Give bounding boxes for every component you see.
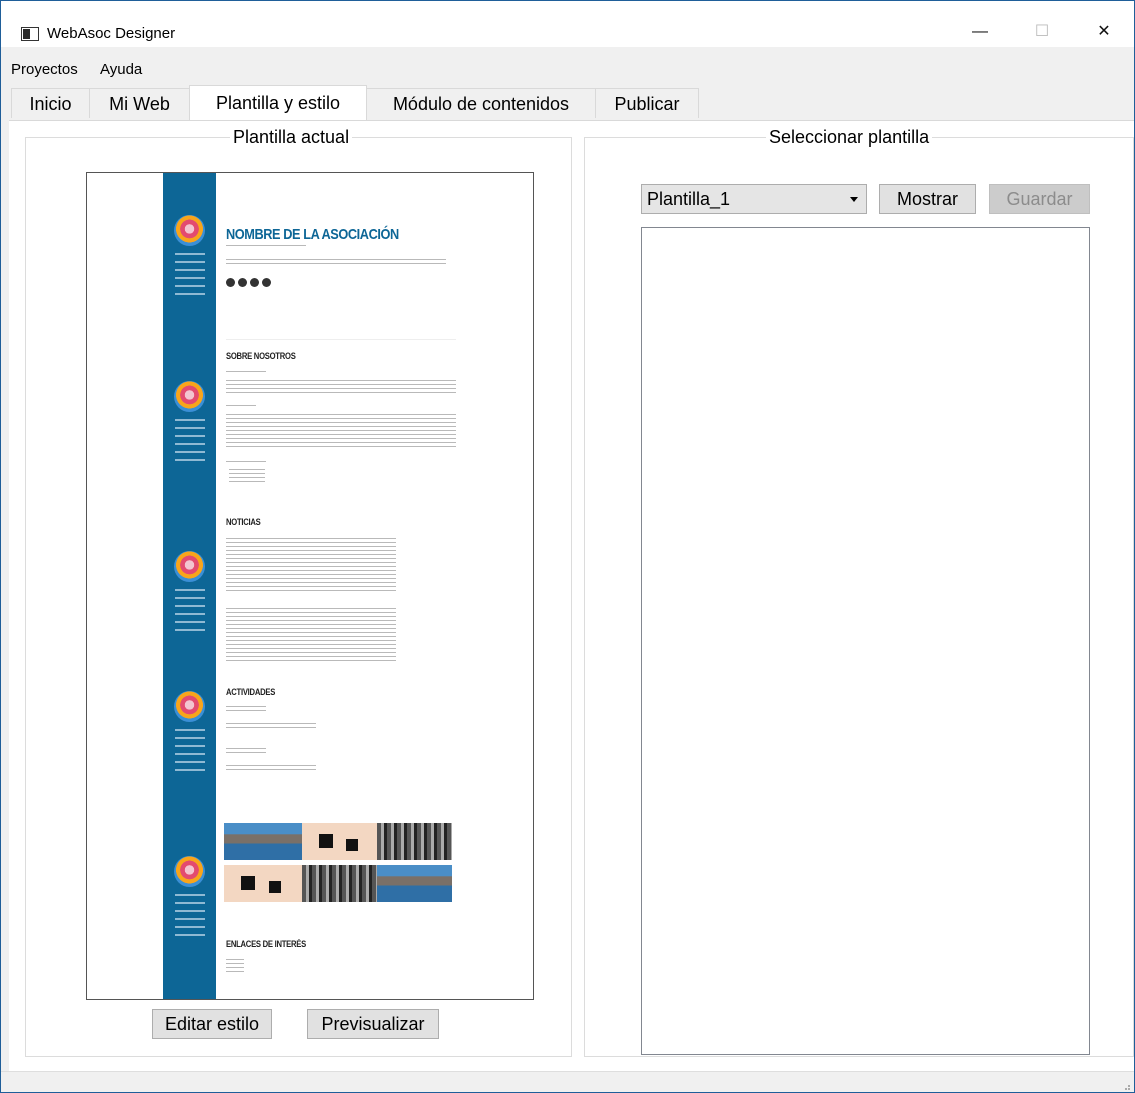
show-button[interactable]: Mostrar xyxy=(879,184,976,214)
app-icon xyxy=(21,27,39,41)
current-template-legend: Plantilla actual xyxy=(230,127,353,148)
maximize-button[interactable]: ☐ xyxy=(1019,17,1065,47)
preview-logo-icon xyxy=(174,856,205,887)
preview-gallery-image xyxy=(377,865,452,902)
preview-logo-icon xyxy=(174,551,205,582)
tab-inicio[interactable]: Inicio xyxy=(11,88,90,118)
tab-plantilla-y-estilo[interactable]: Plantilla y estilo xyxy=(189,85,367,121)
current-template-group: Plantilla actual NOMBRE DE LA ASOCIACIÓN… xyxy=(25,127,572,1057)
preview-social-icons xyxy=(226,274,274,287)
preview-gallery-image xyxy=(302,865,377,902)
tab-modulo-de-contenidos[interactable]: Módulo de contenidos xyxy=(366,88,596,118)
menu-ayuda[interactable]: Ayuda xyxy=(100,61,142,78)
template-select[interactable]: Plantilla_1 xyxy=(641,184,867,214)
tab-strip: Inicio Mi Web Plantilla y estilo Módulo … xyxy=(1,85,1134,121)
edit-style-button[interactable]: Editar estilo xyxy=(152,1009,272,1039)
template-list[interactable] xyxy=(641,227,1090,1055)
menu-proyectos[interactable]: Proyectos xyxy=(11,61,78,78)
preview-gallery-image xyxy=(302,823,377,860)
preview-gallery-image xyxy=(377,823,452,860)
minimize-button[interactable]: — xyxy=(957,17,1003,47)
preview-gallery-image xyxy=(224,865,302,902)
menu-bar: Proyectos Ayuda xyxy=(1,57,1134,81)
template-preview: NOMBRE DE LA ASOCIACIÓN SOBRE NOSOTROS N… xyxy=(86,172,534,1000)
select-template-group: Seleccionar plantilla Plantilla_1 Mostra… xyxy=(584,127,1134,1057)
tab-content: Plantilla actual NOMBRE DE LA ASOCIACIÓN… xyxy=(9,120,1134,1071)
resize-grip-icon[interactable] xyxy=(1122,1082,1130,1090)
title-bar: WebAsoc Designer — ☐ ✕ xyxy=(1,1,1134,47)
preview-logo-icon xyxy=(174,215,205,246)
window-title: WebAsoc Designer xyxy=(47,25,176,42)
close-button[interactable]: ✕ xyxy=(1081,17,1127,47)
tab-mi-web[interactable]: Mi Web xyxy=(89,88,190,118)
preview-section-heading: NOTICIAS xyxy=(226,517,261,527)
app-window: WebAsoc Designer — ☐ ✕ Proyectos Ayuda I… xyxy=(0,0,1135,1093)
tab-publicar[interactable]: Publicar xyxy=(595,88,699,118)
preview-gallery-image xyxy=(224,823,302,860)
template-select-value: Plantilla_1 xyxy=(647,189,731,209)
chevron-down-icon xyxy=(850,197,858,202)
preview-logo-icon xyxy=(174,691,205,722)
preview-section-heading: ACTIVIDADES xyxy=(226,687,276,697)
preview-section-heading: SOBRE NOSOTROS xyxy=(226,351,296,361)
select-template-legend: Seleccionar plantilla xyxy=(766,127,933,148)
save-button[interactable]: Guardar xyxy=(989,184,1090,214)
preview-logo-icon xyxy=(174,381,205,412)
preview-site-title: NOMBRE DE LA ASOCIACIÓN xyxy=(226,226,399,243)
preview-section-heading: ENLACES DE INTERÉS xyxy=(226,939,307,949)
status-bar xyxy=(1,1071,1134,1092)
preview-button[interactable]: Previsualizar xyxy=(307,1009,439,1039)
